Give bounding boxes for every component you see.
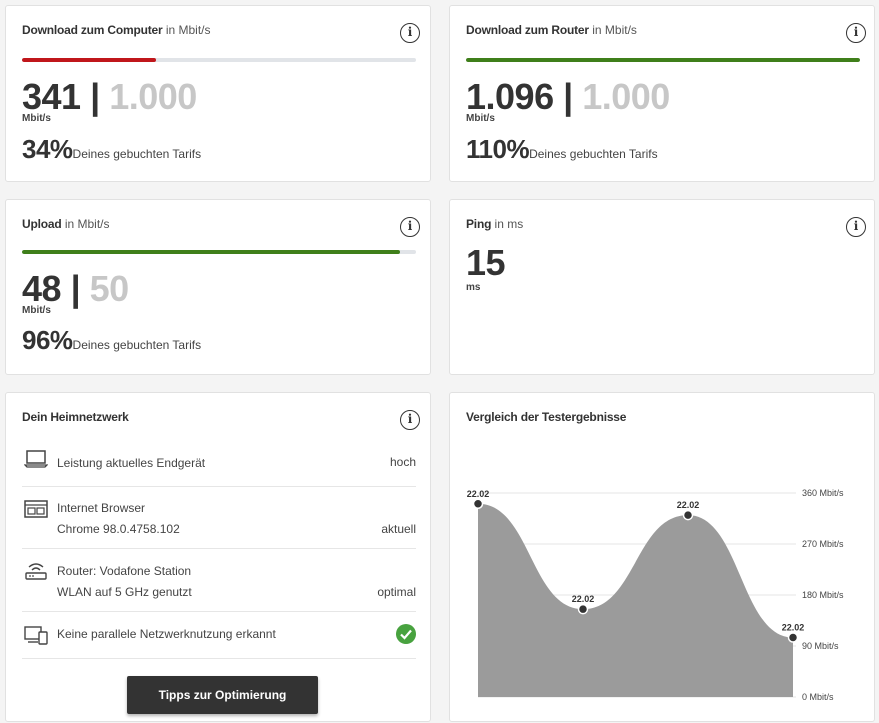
progress-bar — [466, 58, 860, 62]
checkmark-icon — [396, 624, 416, 644]
card-title: Ping in ms — [466, 217, 524, 231]
ping-card: Ping in ms i 15 ms — [449, 199, 875, 375]
card-title: Download zum Computer in Mbit/s — [22, 23, 211, 37]
row-value: hoch — [389, 455, 416, 469]
tariff-percent: 96%Deines gebuchten Tarifs — [22, 325, 202, 355]
data-label: 22.02 — [572, 594, 595, 604]
info-icon[interactable]: i — [400, 23, 420, 43]
speed-value: 1.096 | 1.000 — [466, 76, 670, 117]
list-item: Router: Vodafone Station WLAN auf 5 GHz … — [22, 549, 416, 612]
list-item: Internet Browser Chrome 98.0.4758.102 ak… — [22, 487, 416, 549]
progress-bar — [22, 250, 416, 254]
upload-card: Upload in Mbit/s i 48 | 50 Mbit/s 96%Dei… — [5, 199, 431, 375]
speed-value: 48 | 50 — [22, 268, 129, 309]
ping-value: 15 — [466, 242, 506, 283]
info-icon[interactable]: i — [400, 410, 420, 430]
y-tick-label: 90 Mbit/s — [802, 641, 839, 651]
tariff-percent: 110%Deines gebuchten Tarifs — [466, 134, 658, 164]
row-sublabel: WLAN auf 5 GHz genutzt — [57, 585, 192, 599]
y-tick-label: 270 Mbit/s — [802, 539, 844, 549]
row-value: aktuell — [381, 522, 416, 536]
y-tick-label: 0 Mbit/s — [802, 692, 834, 702]
progress-bar — [22, 58, 416, 62]
row-label: Leistung aktuelles Endgerät — [57, 456, 206, 470]
info-icon[interactable]: i — [400, 217, 420, 237]
row-sublabel: Chrome 98.0.4758.102 — [57, 522, 180, 536]
data-point[interactable] — [472, 498, 484, 510]
progress-fill — [22, 250, 401, 254]
series-area — [478, 503, 793, 697]
data-point[interactable] — [682, 509, 694, 521]
comparison-chart-card: Vergleich der Testergebnisse 0 Mbit/s 90 … — [449, 392, 875, 722]
speed-value: 341 | 1.000 — [22, 76, 197, 117]
home-network-card: Dein Heimnetzwerk i Leistung aktuelles E… — [5, 392, 431, 722]
progress-fill — [22, 58, 156, 62]
card-title: Dein Heimnetzwerk — [22, 410, 129, 424]
row-label: Internet Browser — [57, 501, 146, 515]
browser-icon — [24, 500, 48, 518]
card-title: Upload in Mbit/s — [22, 217, 110, 231]
info-icon[interactable]: i — [846, 217, 866, 237]
data-label: 22.02 — [782, 623, 805, 633]
laptop-icon — [24, 450, 48, 468]
download-router-card: Download zum Router in Mbit/s i 1.096 | … — [449, 5, 875, 182]
data-point[interactable] — [787, 632, 799, 643]
router-icon — [25, 563, 47, 580]
download-computer-card: Download zum Computer in Mbit/s i 341 | … — [5, 5, 431, 182]
card-title: Download zum Router in Mbit/s — [466, 23, 637, 37]
y-tick-label: 360 Mbit/s — [802, 488, 844, 498]
list-item: Leistung aktuelles Endgerät hoch — [22, 443, 416, 487]
row-label: Keine parallele Netzwerknutzung erkannt — [57, 627, 276, 641]
row-label: Router: Vodafone Station — [57, 564, 192, 578]
data-label: 22.02 — [677, 500, 700, 510]
info-icon[interactable]: i — [846, 23, 866, 43]
ping-unit: ms — [466, 282, 481, 293]
data-label: 22.02 — [467, 489, 490, 499]
data-point[interactable] — [577, 603, 589, 615]
optimization-tips-button[interactable]: Tipps zur Optimierung — [127, 676, 318, 714]
tariff-percent: 34%Deines gebuchten Tarifs — [22, 134, 202, 164]
chart-svg: 0 Mbit/s 90 Mbit/s 180 Mbit/s 270 Mbit/s 360… — [467, 488, 844, 702]
speed-unit: Mbit/s — [22, 305, 51, 316]
speed-unit: Mbit/s — [466, 113, 495, 124]
row-value: optimal — [377, 585, 416, 599]
devices-icon — [24, 626, 48, 645]
y-tick-label: 180 Mbit/s — [802, 590, 844, 600]
speed-unit: Mbit/s — [22, 113, 51, 124]
progress-fill — [466, 58, 860, 62]
list-item: Keine parallele Netzwerknutzung erkannt — [22, 612, 416, 659]
